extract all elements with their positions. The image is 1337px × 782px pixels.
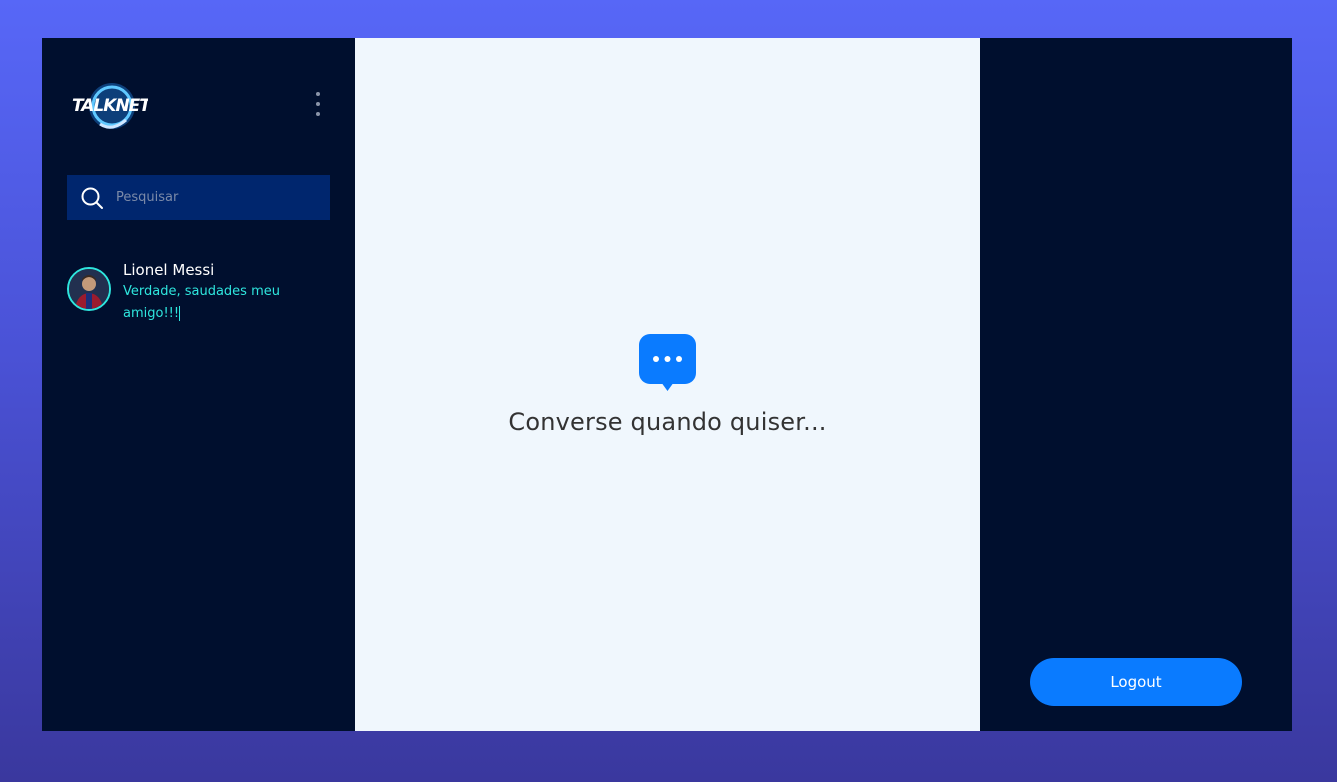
app-window: TALKNET Pesquisar Lionel Messi Verdade, … [42, 38, 1292, 731]
contact-list-item[interactable]: Lionel Messi Verdade, saudades meu amigo… [67, 260, 330, 322]
chat-bubble-icon [639, 334, 696, 391]
logout-button[interactable]: Logout [1030, 658, 1242, 706]
right-panel: Logout [980, 38, 1292, 731]
svg-text:TALKNET: TALKNET [72, 96, 148, 116]
menu-dot [316, 112, 320, 116]
search-icon [81, 187, 103, 209]
sidebar: TALKNET Pesquisar Lionel Messi Verdade, … [42, 38, 355, 731]
menu-dot [316, 102, 320, 106]
contact-name: Lionel Messi [123, 261, 215, 279]
contact-last-message: Verdade, saudades meu amigo!!! [123, 284, 280, 321]
avatar-portrait-image [69, 269, 109, 309]
talknet-logo: TALKNET [72, 83, 148, 129]
contact-text: Lionel Messi Verdade, saudades meu amigo… [123, 260, 313, 324]
avatar [67, 267, 111, 311]
search-bar [67, 174, 330, 221]
search-input[interactable] [114, 174, 330, 221]
kebab-menu-icon[interactable] [308, 92, 328, 116]
chat-area: Converse quando quiser... [355, 38, 980, 731]
empty-state-text: Converse quando quiser... [508, 408, 827, 436]
menu-dot [316, 92, 320, 96]
